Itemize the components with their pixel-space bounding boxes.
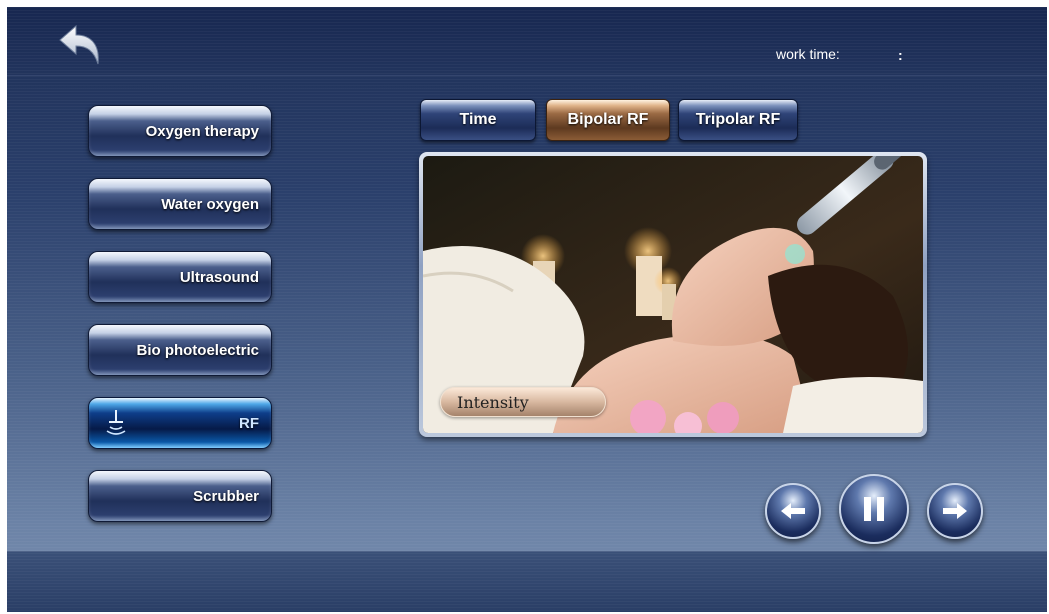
tab-tripolar-rf[interactable]: Tripolar RF: [678, 99, 798, 141]
sidebar-item-label: Water oxygen: [161, 195, 259, 213]
tab-label: Bipolar RF: [567, 111, 649, 128]
intensity-text: Intensity: [457, 392, 529, 412]
work-time-label: work time:: [776, 46, 840, 62]
tab-label: Time: [459, 111, 497, 128]
sidebar-item-label: Scrubber: [193, 487, 259, 505]
work-time: work time: :: [776, 46, 903, 63]
sidebar-item-label: RF: [239, 414, 259, 432]
sidebar-item-oxygen-therapy[interactable]: Oxygen therapy: [88, 105, 272, 157]
tab-time[interactable]: Time: [420, 99, 536, 141]
sidebar-item-water-oxygen[interactable]: Water oxygen: [88, 178, 272, 230]
sidebar-item-label: Ultrasound: [179, 268, 259, 286]
previous-button[interactable]: [765, 483, 821, 539]
tab-label: Tripolar RF: [695, 111, 781, 128]
sidebar-item-ultrasound[interactable]: Ultrasound: [88, 251, 272, 303]
sidebar-item-label: Oxygen therapy: [145, 122, 259, 140]
arrow-right-icon: [943, 503, 967, 519]
top-bar: [7, 7, 1047, 76]
arrow-left-icon: [781, 503, 805, 519]
sidebar-item-bio-photoelectric[interactable]: Bio photoelectric: [88, 324, 272, 376]
tab-bipolar-rf[interactable]: Bipolar RF: [546, 99, 670, 141]
rf-probe-icon: [106, 410, 126, 435]
pause-icon: [864, 497, 884, 521]
back-arrow-icon: [59, 24, 99, 65]
work-time-value: :: [898, 47, 903, 63]
next-button[interactable]: [927, 483, 983, 539]
sidebar-item-rf[interactable]: RF: [88, 397, 272, 449]
pause-button[interactable]: [839, 474, 909, 544]
intensity-label[interactable]: Intensity: [440, 387, 606, 417]
bottom-bar: [7, 551, 1047, 612]
sidebar-item-label: Bio photoelectric: [136, 341, 259, 359]
sidebar-item-scrubber[interactable]: Scrubber: [88, 470, 272, 522]
back-button[interactable]: [56, 24, 106, 68]
